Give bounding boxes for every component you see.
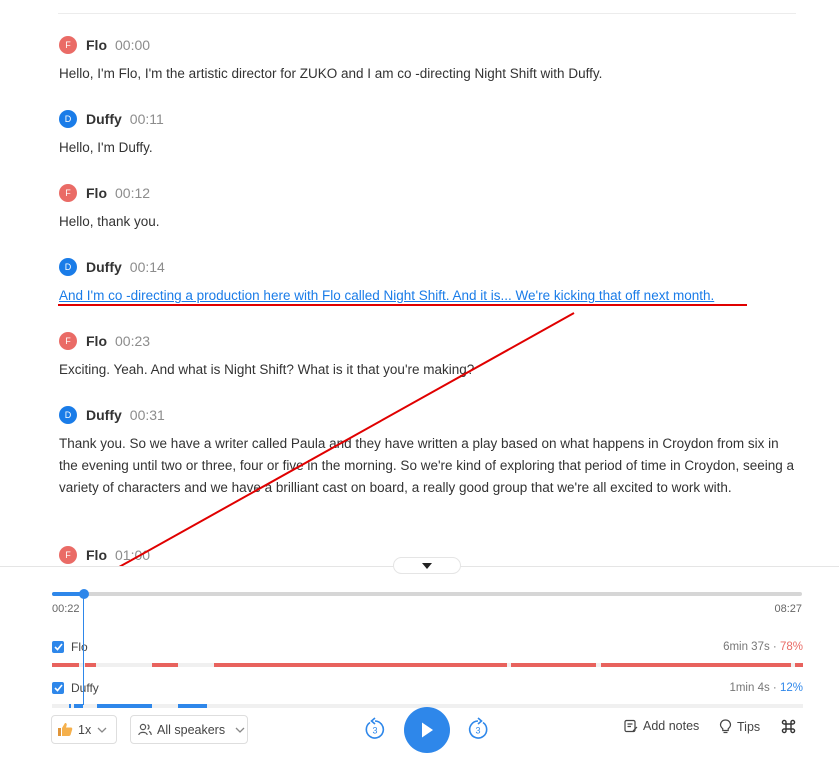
- annotation-underline: [58, 304, 747, 306]
- track-name: Duffy: [71, 681, 99, 695]
- speech-segment: [511, 663, 596, 667]
- speaker-track-flo: Flo 6min 37s · 78%: [52, 639, 803, 667]
- transcript-entry: D Duffy 00:11 Hello, I'm Duffy.: [59, 109, 809, 159]
- forward-button[interactable]: 3: [467, 717, 489, 741]
- track-stats: 6min 37s · 78%: [723, 641, 803, 653]
- track-percent: 12%: [779, 682, 803, 694]
- speaker-row: F Flo 00:00: [59, 35, 809, 55]
- track-stats: 1min 4s · 12%: [729, 682, 803, 694]
- rewind-seconds: 3: [372, 726, 377, 736]
- speaker-name: Flo: [86, 185, 107, 201]
- speech-segment: [795, 663, 803, 667]
- speaker-name: Flo: [86, 547, 107, 563]
- speaker-row: D Duffy 00:14: [59, 257, 809, 277]
- speaker-row: D Duffy 00:11: [59, 109, 809, 129]
- track-checkbox-flo[interactable]: [52, 641, 64, 653]
- player-controls: 1x All speakers 3 3 Add notes Tips: [0, 707, 839, 757]
- speech-segment: [601, 663, 791, 667]
- speaker-row: F Flo 00:12: [59, 183, 809, 203]
- avatar: D: [59, 110, 77, 128]
- speed-value: 1x: [78, 722, 92, 737]
- rewind-button[interactable]: 3: [364, 717, 386, 741]
- forward-3-icon: 3: [468, 717, 488, 739]
- checkbox-check-icon: [53, 684, 63, 692]
- add-notes-button[interactable]: Add notes: [624, 719, 699, 733]
- audio-player: 00:22 08:27 Flo 6min 37s · 78% Duffy 1mi…: [0, 566, 839, 761]
- seek-thumb[interactable]: [79, 589, 90, 599]
- play-button[interactable]: [404, 707, 450, 753]
- transcript-entry: D Duffy 00:31 Thank you. So we have a wr…: [59, 405, 809, 499]
- avatar: D: [59, 258, 77, 276]
- chevron-down-icon: [235, 727, 245, 733]
- lightbulb-icon: [719, 719, 732, 734]
- tips-label: Tips: [737, 719, 761, 734]
- checkbox-check-icon: [53, 643, 63, 651]
- user-group-icon: [138, 723, 152, 736]
- tips-button[interactable]: Tips: [719, 719, 760, 734]
- speaker-track-duffy: Duffy 1min 4s · 12%: [52, 680, 803, 708]
- speech-segment: [214, 663, 507, 667]
- chevron-down-icon: [97, 727, 107, 733]
- play-icon: [422, 722, 433, 738]
- current-time: 00:22: [52, 603, 80, 615]
- transcript-entry: F Flo 00:12 Hello, thank you.: [59, 183, 809, 233]
- speaker-name: Duffy: [86, 111, 122, 127]
- speaker-name: Duffy: [86, 407, 122, 423]
- total-time: 08:27: [774, 603, 802, 615]
- transcript-entry: F Flo 00:23 Exciting. Yeah. And what is …: [59, 331, 809, 381]
- rewind-3-icon: 3: [365, 717, 385, 739]
- transcript-panel: F Flo 00:00 Hello, I'm Flo, I'm the arti…: [0, 0, 839, 566]
- avatar: F: [59, 36, 77, 54]
- thumbs-up-icon: [58, 723, 73, 736]
- command-icon: [781, 719, 796, 734]
- track-percent: 78%: [779, 641, 803, 653]
- utterance-text[interactable]: Hello, I'm Flo, I'm the artistic directo…: [59, 63, 809, 85]
- avatar: D: [59, 406, 77, 424]
- timestamp[interactable]: 01:00: [115, 547, 150, 563]
- stats-separator: ·: [769, 641, 780, 653]
- transcript-entry: F Flo 00:00 Hello, I'm Flo, I'm the arti…: [59, 35, 809, 85]
- timestamp[interactable]: 00:00: [115, 37, 150, 53]
- transcript-entry-active: D Duffy 00:14 And I'm co -directing a pr…: [59, 257, 809, 307]
- utterance-text[interactable]: Exciting. Yeah. And what is Night Shift?…: [59, 359, 809, 381]
- collapse-panel-button[interactable]: [393, 557, 461, 574]
- utterance-text[interactable]: Hello, I'm Duffy.: [59, 137, 809, 159]
- timestamp[interactable]: 00:14: [130, 259, 165, 275]
- utterance-text[interactable]: Thank you. So we have a writer called Pa…: [59, 433, 794, 499]
- speaker-name: Flo: [86, 333, 107, 349]
- avatar: F: [59, 184, 77, 202]
- track-name: Flo: [71, 640, 88, 654]
- speech-segment: [152, 663, 178, 667]
- speakers-filter-value: All speakers: [157, 722, 226, 737]
- speaker-row: F Flo 00:23: [59, 331, 809, 351]
- speaker-timeline-flo[interactable]: [52, 663, 803, 667]
- forward-seconds: 3: [475, 726, 480, 736]
- timestamp[interactable]: 00:12: [115, 185, 150, 201]
- speaker-row: D Duffy 00:31: [59, 405, 809, 425]
- speaker-name: Duffy: [86, 259, 122, 275]
- playback-speed-select[interactable]: 1x: [51, 715, 117, 744]
- notes-icon: [624, 719, 638, 733]
- speech-segment: [52, 663, 79, 667]
- add-notes-label: Add notes: [643, 719, 700, 733]
- timestamp[interactable]: 00:23: [115, 333, 150, 349]
- timestamp[interactable]: 00:31: [130, 407, 165, 423]
- timestamp[interactable]: 00:11: [130, 111, 164, 127]
- utterance-text[interactable]: Hello, thank you.: [59, 211, 809, 233]
- speakers-filter-select[interactable]: All speakers: [130, 715, 248, 744]
- collapse-icon: [422, 562, 432, 569]
- track-checkbox-duffy[interactable]: [52, 682, 64, 694]
- track-duration: 6min 37s: [723, 641, 770, 653]
- avatar: F: [59, 332, 77, 350]
- stats-separator: ·: [769, 682, 780, 694]
- seek-bar[interactable]: [52, 589, 802, 599]
- speech-segment: [85, 663, 96, 667]
- track-duration: 1min 4s: [729, 682, 770, 694]
- avatar: F: [59, 546, 77, 564]
- playhead-line: [83, 597, 84, 705]
- speaker-name: Flo: [86, 37, 107, 53]
- shortcuts-button[interactable]: [781, 719, 801, 734]
